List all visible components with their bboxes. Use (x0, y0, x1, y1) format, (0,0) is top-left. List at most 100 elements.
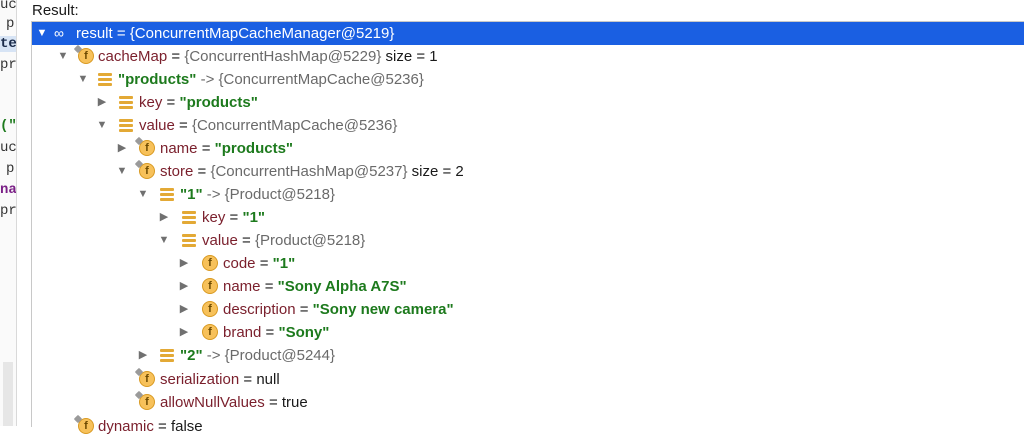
code-fragment: pr (0, 57, 17, 73)
variable-name: serialization (160, 371, 240, 388)
variable-value: false (170, 418, 203, 435)
tree-row-entry-2[interactable]: ▶ "2" -> {Product@5244} (32, 344, 1024, 367)
tree-row-allownullvalues[interactable]: f allowNullValues = true (32, 391, 1024, 414)
variable-value: true (281, 394, 308, 411)
variable-name: store (160, 163, 194, 180)
variable-value: {ConcurrentHashMap@5229} (184, 48, 382, 65)
field-icon: f (78, 48, 94, 64)
map-entry-icon (182, 234, 196, 247)
code-fragment-keyword: na (0, 182, 17, 198)
editor-gutter: uc p te pr (" uc p na pr (0, 0, 17, 426)
variable-value: "products" (214, 140, 294, 157)
code-fragment: (" (0, 118, 17, 134)
field-icon: f (78, 418, 94, 434)
field-icon: f (139, 371, 155, 387)
size-label: size = 1 (381, 48, 438, 65)
tree-row-brand[interactable]: ▶ f brand = "Sony" (32, 321, 1024, 344)
tree-row-value[interactable]: ▼ value = {ConcurrentMapCache@5236} (32, 114, 1024, 137)
field-icon: f (202, 255, 218, 271)
tree-row-name[interactable]: ▶ f name = "Sony Alpha A7S" (32, 275, 1024, 298)
variable-name: result (76, 25, 113, 42)
tree-row-code[interactable]: ▶ f code = "1" (32, 252, 1024, 275)
field-icon: f (202, 324, 218, 340)
triangle-right-icon[interactable]: ▶ (178, 298, 190, 321)
map-entry-icon (182, 211, 196, 224)
tree-row-key[interactable]: ▶ key = "products" (32, 91, 1024, 114)
tree-row-dynamic[interactable]: f dynamic = false (32, 415, 1024, 438)
triangle-right-icon[interactable]: ▶ (158, 206, 170, 229)
triangle-down-icon[interactable]: ▼ (77, 68, 89, 91)
code-fragment: uc (0, 140, 17, 156)
map-entry-icon (160, 188, 174, 201)
variable-value: {ConcurrentMapCache@5236} (191, 117, 398, 134)
entry-value: {Product@5218} (224, 186, 335, 203)
tree-row-value[interactable]: ▼ value = {Product@5218} (32, 229, 1024, 252)
watch-glasses-icon: ∞ (54, 25, 64, 41)
field-icon: f (139, 140, 155, 156)
triangle-down-icon[interactable]: ▼ (36, 22, 48, 45)
gutter-scrollbar[interactable] (3, 362, 13, 426)
triangle-down-icon[interactable]: ▼ (96, 114, 108, 137)
entry-key: "products" (118, 71, 197, 88)
debugger-variables-tree[interactable]: ▼ ∞ result = {ConcurrentMapCacheManager@… (31, 21, 1024, 435)
tree-row-entry-1[interactable]: ▼ "1" -> {Product@5218} (32, 183, 1024, 206)
variable-value: {ConcurrentHashMap@5237} (210, 163, 408, 180)
tree-row-products-entry[interactable]: ▼ "products" -> {ConcurrentMapCache@5236… (32, 68, 1024, 91)
triangle-down-icon[interactable]: ▼ (137, 183, 149, 206)
variable-name: name (223, 278, 261, 295)
variable-value: null (256, 371, 280, 388)
tree-row-serialization[interactable]: f serialization = null (32, 368, 1024, 391)
triangle-right-icon[interactable]: ▶ (137, 344, 149, 367)
triangle-down-icon[interactable]: ▼ (116, 160, 128, 183)
tree-row-store[interactable]: ▼ f store = {ConcurrentHashMap@5237} siz… (32, 160, 1024, 183)
tree-row-name[interactable]: ▶ f name = "products" (32, 137, 1024, 160)
triangle-right-icon[interactable]: ▶ (178, 252, 190, 275)
variable-name: name (160, 140, 198, 157)
tree-row-description[interactable]: ▶ f description = "Sony new camera" (32, 298, 1024, 321)
entry-value: {ConcurrentMapCache@5236} (218, 71, 424, 88)
field-icon: f (139, 394, 155, 410)
variable-name: brand (223, 324, 262, 341)
code-fragment: uc (0, 0, 17, 13)
variable-value: "1" (242, 209, 266, 226)
map-entry-icon (119, 119, 133, 132)
tree-row-key[interactable]: ▶ key = "1" (32, 206, 1024, 229)
map-entry-icon (98, 73, 112, 86)
variable-name: description (223, 301, 296, 318)
variable-value: "products" (179, 94, 258, 111)
variable-value: "Sony new camera" (312, 301, 454, 318)
result-label: Result: (32, 2, 79, 19)
variable-name: allowNullValues (160, 394, 265, 411)
variable-name: dynamic (98, 418, 154, 435)
triangle-right-icon[interactable]: ▶ (116, 137, 128, 160)
variable-name: value (139, 117, 175, 134)
size-label: size = 2 (407, 163, 464, 180)
variable-value: "Sony" (278, 324, 330, 341)
variable-name: key (202, 209, 226, 226)
triangle-right-icon[interactable]: ▶ (178, 275, 190, 298)
variable-name: value (202, 232, 238, 249)
variable-name: key (139, 94, 163, 111)
triangle-right-icon[interactable]: ▶ (96, 91, 108, 114)
variable-value: {ConcurrentMapCacheManager@5219} (129, 25, 395, 42)
variable-name: cacheMap (98, 48, 168, 65)
code-fragment: p (6, 16, 15, 32)
entry-key: "2" (180, 347, 203, 364)
map-entry-icon (160, 349, 174, 362)
code-fragment: p (6, 161, 15, 177)
entry-value: {Product@5244} (224, 347, 335, 364)
field-icon: f (139, 163, 155, 179)
code-fragment: pr (0, 203, 17, 219)
tree-row-cachemap[interactable]: ▼ f cacheMap = {ConcurrentHashMap@5229} … (32, 45, 1024, 68)
code-fragment-highlighted: te (0, 36, 17, 52)
map-entry-icon (119, 96, 133, 109)
variable-name: code (223, 255, 256, 272)
variable-value: "Sony Alpha A7S" (277, 278, 407, 295)
tree-row-result[interactable]: ▼ ∞ result = {ConcurrentMapCacheManager@… (32, 22, 1024, 45)
field-icon: f (202, 301, 218, 317)
entry-key: "1" (180, 186, 203, 203)
variable-value: {Product@5218} (254, 232, 366, 249)
triangle-down-icon[interactable]: ▼ (158, 229, 170, 252)
triangle-right-icon[interactable]: ▶ (178, 321, 190, 344)
triangle-down-icon[interactable]: ▼ (57, 45, 69, 68)
